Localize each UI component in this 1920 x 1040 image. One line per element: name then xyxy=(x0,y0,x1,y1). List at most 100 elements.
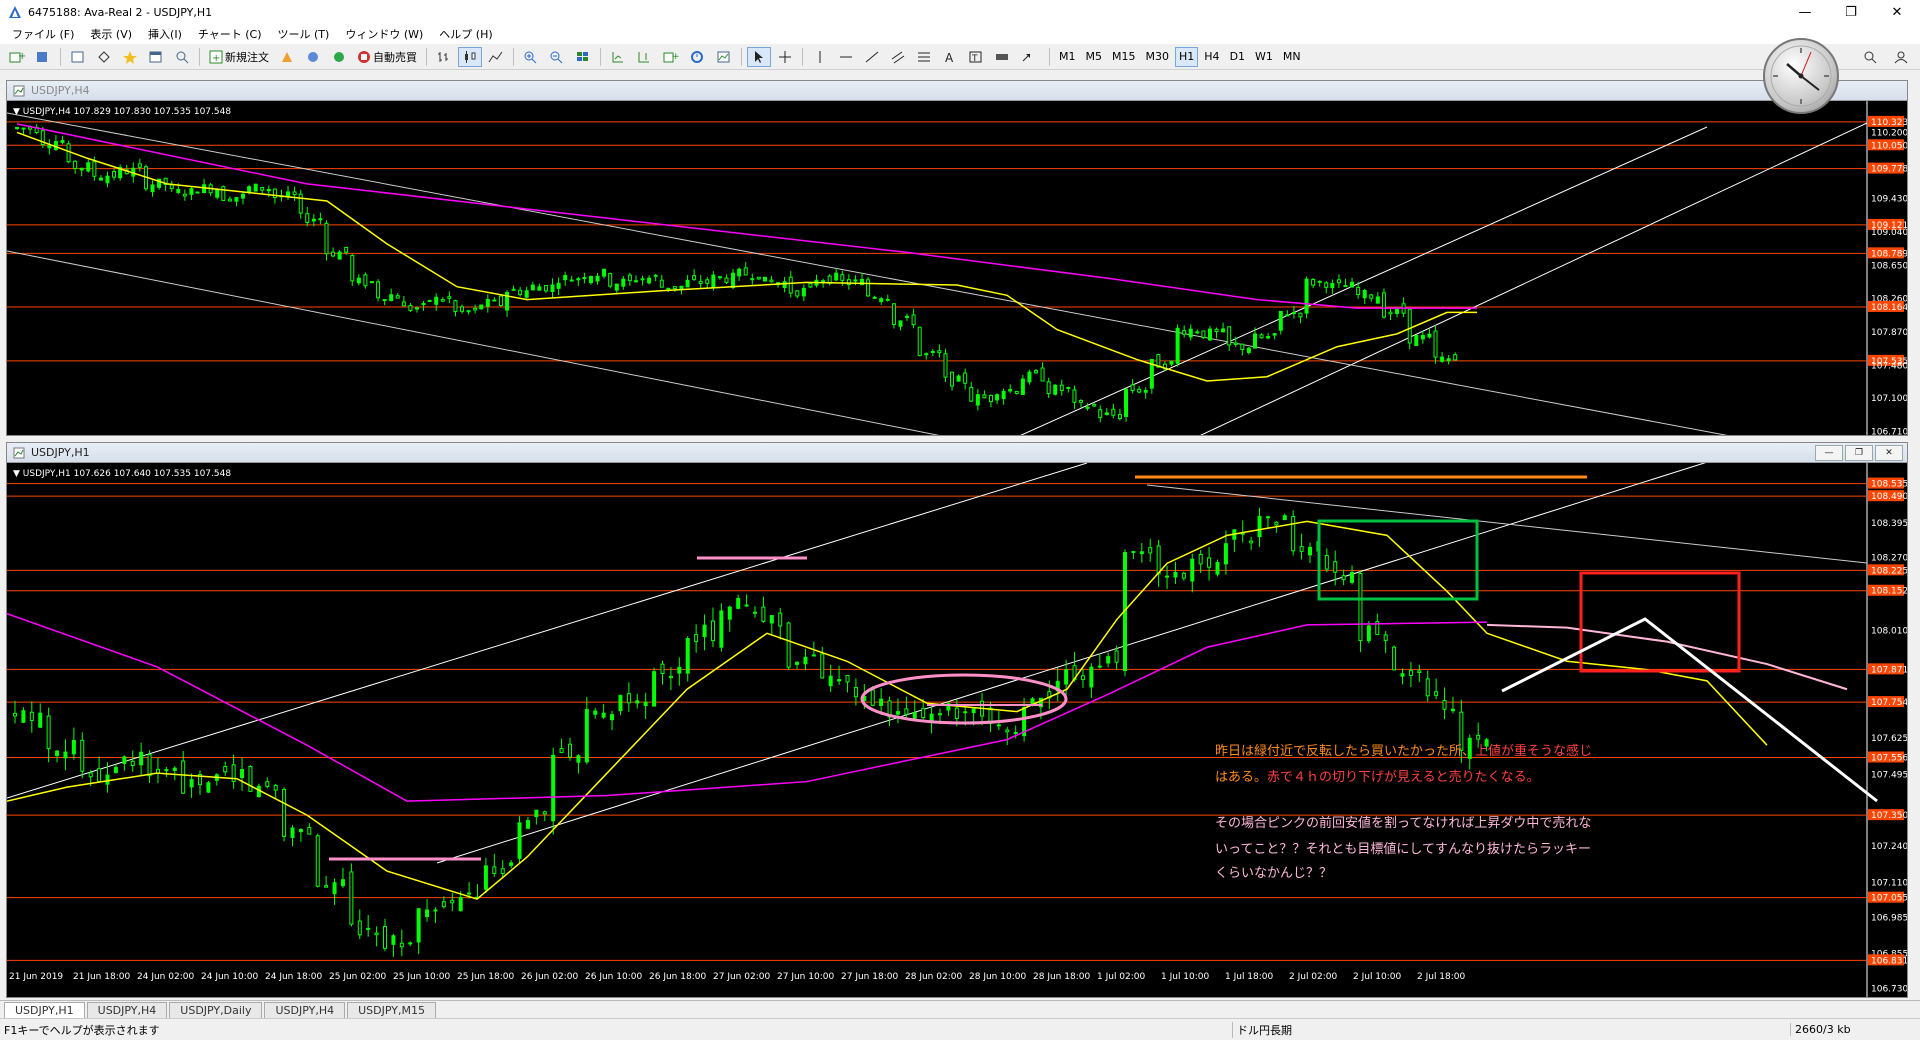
chart-minimize-button[interactable]: — xyxy=(1815,445,1843,461)
candle-body xyxy=(530,284,535,291)
candle-body xyxy=(1059,384,1064,391)
candle-body xyxy=(80,739,85,772)
chart-window-title-text: USDJPY,H1 xyxy=(31,446,90,459)
new-chart-icon[interactable]: + xyxy=(5,47,29,67)
fibonacci-icon[interactable] xyxy=(912,47,936,67)
candle-body xyxy=(1198,553,1203,565)
auto-trade-button[interactable]: 自動売買 xyxy=(353,47,421,67)
candle-body xyxy=(929,713,934,721)
menu-help[interactable]: ヘルプ (H) xyxy=(431,26,500,42)
timeframe-d1[interactable]: D1 xyxy=(1226,47,1249,67)
restore-button[interactable]: ❐ xyxy=(1828,0,1874,24)
candle-body xyxy=(298,193,303,214)
cursor-icon[interactable] xyxy=(747,46,771,67)
channel-icon[interactable] xyxy=(886,47,910,67)
indicators-icon[interactable]: + xyxy=(658,47,684,67)
autoscroll-icon[interactable] xyxy=(606,47,630,67)
tile-windows-icon[interactable] xyxy=(571,47,595,67)
profiles-icon[interactable] xyxy=(31,47,55,67)
h4-price-chart[interactable]: ▼ USDJPY,H4 107.829 107.830 107.535 107.… xyxy=(7,101,1907,435)
arrows-icon[interactable] xyxy=(1016,47,1044,67)
tab-usdjpy-h1[interactable]: USDJPY,H1 xyxy=(4,1002,85,1018)
zoom-out-icon[interactable] xyxy=(545,47,569,67)
candle-body xyxy=(643,701,648,706)
chart-close-button[interactable]: ✕ xyxy=(1875,445,1903,461)
tab-usdjpy-h4-2[interactable]: USDJPY,H4 xyxy=(264,1002,346,1018)
timeframe-mn[interactable]: MN xyxy=(1279,47,1305,67)
timeframe-h1[interactable]: H1 xyxy=(1175,46,1199,67)
candle-body xyxy=(318,218,323,221)
terminal-icon[interactable] xyxy=(144,47,168,67)
menu-view[interactable]: 表示 (V) xyxy=(82,26,140,42)
community-icon[interactable] xyxy=(301,47,325,67)
user-icon[interactable] xyxy=(1889,47,1913,67)
candle-body xyxy=(840,274,845,281)
candle-body xyxy=(1324,282,1329,288)
chart-window-h4[interactable]: USDJPY,H4 ▼ USDJPY,H4 107.829 107.830 10… xyxy=(6,80,1908,436)
templates-icon[interactable] xyxy=(712,47,736,67)
signals-icon[interactable] xyxy=(327,47,351,67)
h1-price-chart[interactable]: ▼ USDJPY,H1 107.626 107.640 107.535 107.… xyxy=(7,463,1907,997)
candle-body xyxy=(1433,330,1438,358)
new-order-button[interactable]: + 新規注文 xyxy=(205,47,273,67)
minimize-button[interactable]: — xyxy=(1782,0,1828,24)
candle-body xyxy=(904,708,909,715)
tab-usdjpy-h4[interactable]: USDJPY,H4 xyxy=(86,1002,168,1018)
crosshair-icon[interactable] xyxy=(773,47,797,67)
chart-window-h1[interactable]: USDJPY,H1 — ❐ ✕ ▼ USDJPY,H1 107.626 107.… xyxy=(6,442,1908,998)
candle-body xyxy=(872,296,877,299)
candle-body xyxy=(588,275,593,284)
tester-icon[interactable] xyxy=(170,47,194,67)
vertical-line-icon[interactable] xyxy=(808,47,832,67)
market-watch-icon[interactable] xyxy=(66,47,90,67)
candle-body xyxy=(653,274,658,277)
price-label: 110.200 xyxy=(1871,128,1907,138)
candlestick-chart-icon[interactable] xyxy=(458,46,482,67)
search-icon[interactable] xyxy=(1859,47,1883,67)
chart-restore-button[interactable]: ❐ xyxy=(1845,445,1873,461)
candle-body xyxy=(395,295,400,299)
timeframe-m1[interactable]: M1 xyxy=(1055,47,1080,67)
horizontal-line-icon[interactable] xyxy=(834,47,858,67)
candle-body xyxy=(705,279,710,284)
bar-chart-icon[interactable] xyxy=(432,47,456,67)
timeframe-w1[interactable]: W1 xyxy=(1251,47,1277,67)
chart-shift-icon[interactable] xyxy=(632,47,656,67)
tab-usdjpy-daily[interactable]: USDJPY,Daily xyxy=(169,1002,263,1018)
window-title: 6475188: Ava-Real 2 - USDJPY,H1 xyxy=(28,5,213,19)
timeframe-m5[interactable]: M5 xyxy=(1082,47,1107,67)
candle-body xyxy=(1407,309,1412,344)
line-chart-icon[interactable] xyxy=(484,47,508,67)
candle-body xyxy=(924,353,929,356)
label-icon[interactable] xyxy=(990,47,1014,67)
menu-chart[interactable]: チャート (C) xyxy=(190,26,270,42)
data-window-icon[interactable] xyxy=(92,47,116,67)
tab-usdjpy-m15[interactable]: USDJPY,M15 xyxy=(347,1002,436,1018)
zoom-in-icon[interactable] xyxy=(519,47,543,67)
menu-tools[interactable]: ツール (T) xyxy=(270,26,338,42)
timeframe-h4[interactable]: H4 xyxy=(1200,47,1223,67)
metaeditor-icon[interactable] xyxy=(275,47,299,67)
candle-body xyxy=(778,612,783,627)
timeframe-m30[interactable]: M30 xyxy=(1142,47,1174,67)
candle-body xyxy=(1383,634,1388,641)
annotation-text: 昨日は緑付近で反転したら買いたかった所、上値が重そうな感じ xyxy=(1215,743,1592,759)
timeframe-m15[interactable]: M15 xyxy=(1108,47,1140,67)
menu-insert[interactable]: 挿入(I) xyxy=(140,26,190,42)
candle-body xyxy=(1131,551,1136,554)
text-label-icon[interactable]: T xyxy=(964,47,988,67)
candle-body xyxy=(391,935,396,945)
menu-window[interactable]: ウィンドウ (W) xyxy=(337,26,431,42)
candle-body xyxy=(182,193,187,197)
navigator-icon[interactable] xyxy=(118,47,142,67)
menu-file[interactable]: ファイル (F) xyxy=(4,26,82,42)
trendline-icon[interactable] xyxy=(860,47,884,67)
close-button[interactable]: ✕ xyxy=(1874,0,1920,24)
candle-body xyxy=(1350,281,1355,288)
status-profile[interactable]: ドル円長期 xyxy=(1232,1021,1292,1038)
candle-body xyxy=(247,186,252,193)
periods-icon[interactable] xyxy=(686,47,710,67)
text-icon[interactable]: A xyxy=(938,47,962,67)
candle-body xyxy=(1188,328,1193,338)
toolbar-separator xyxy=(60,47,61,66)
